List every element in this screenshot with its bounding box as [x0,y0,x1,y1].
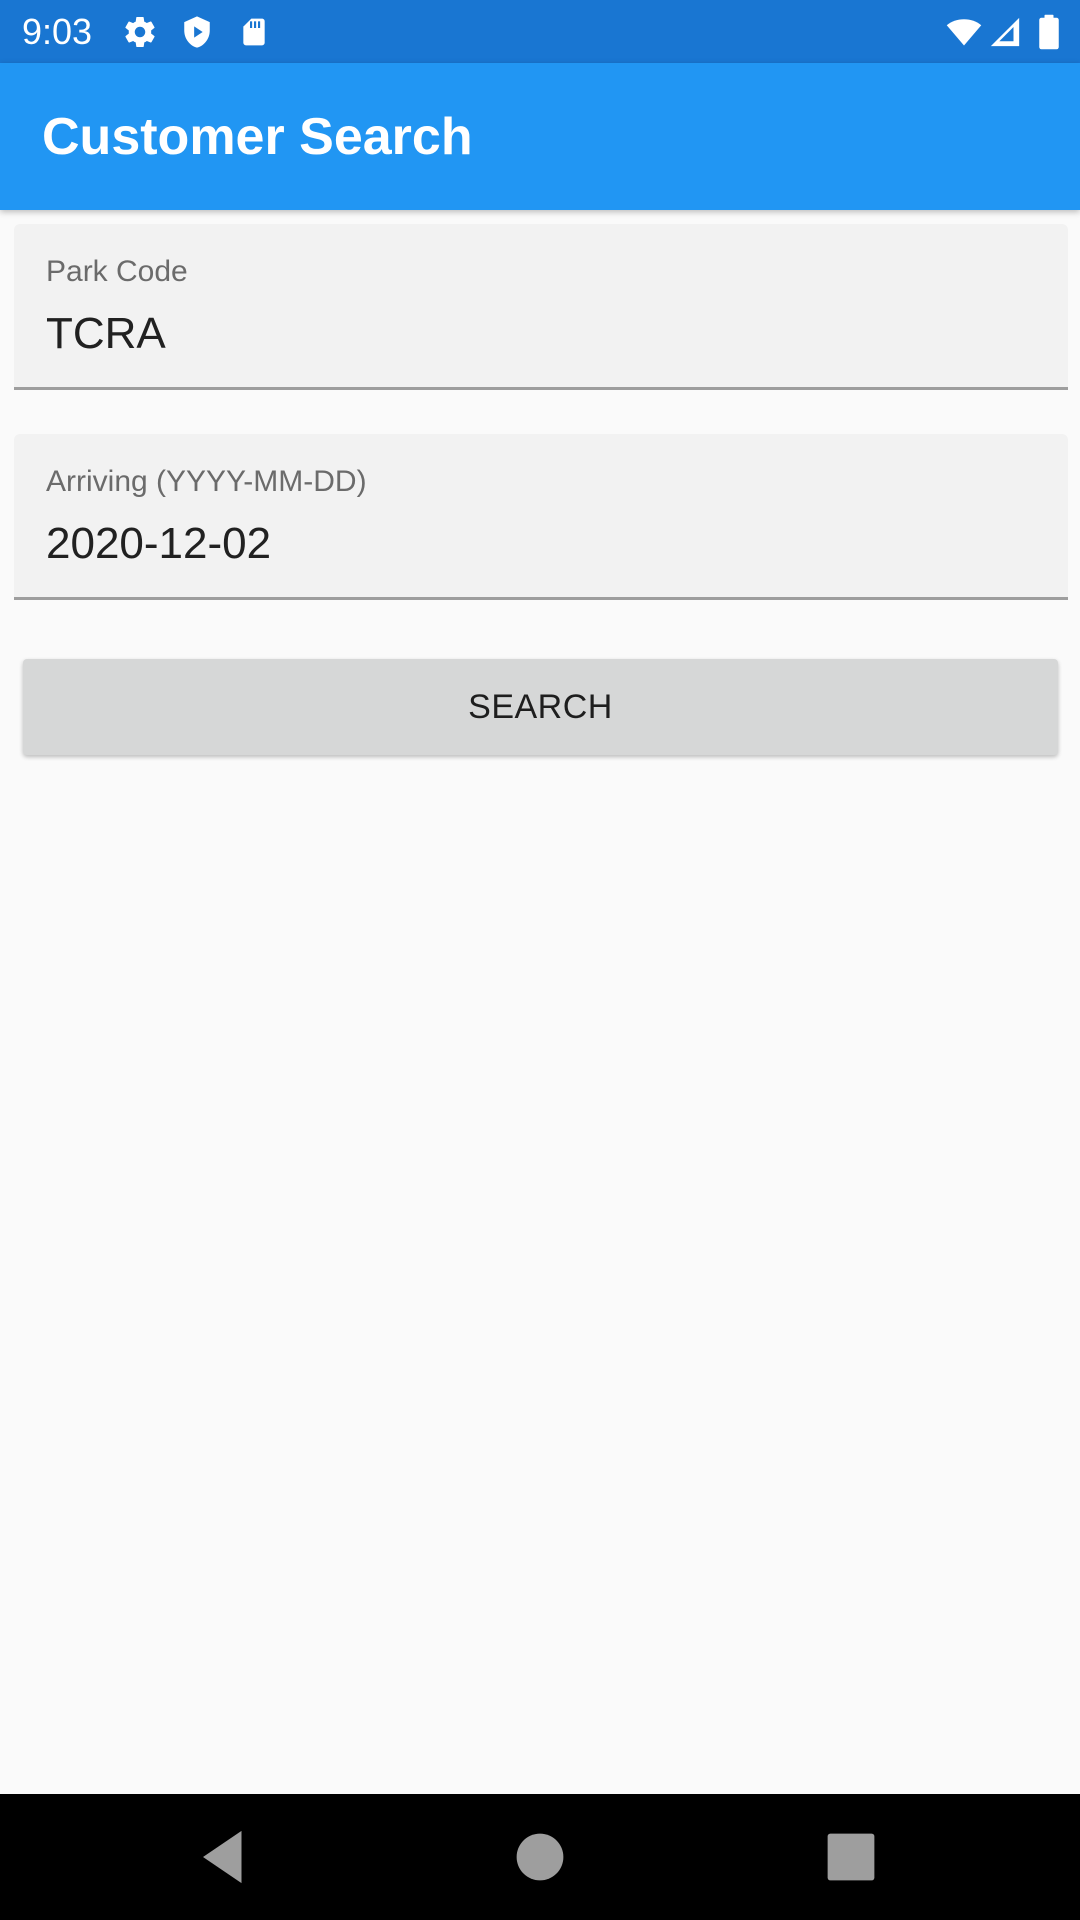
app-bar: Customer Search [0,63,1080,210]
play-protect-icon [184,16,210,48]
home-icon[interactable] [507,1824,573,1890]
arriving-date-label: Arriving (YYYY-MM-DD) [46,465,367,498]
park-code-field[interactable]: Park Code TCRA [14,224,1068,390]
back-icon[interactable] [192,1824,258,1890]
cell-signal-icon [990,17,1020,47]
park-code-input[interactable]: TCRA [46,308,166,360]
sd-card-icon [243,18,265,46]
page-title: Customer Search [42,108,473,166]
recents-icon[interactable] [818,1824,884,1890]
status-bar: 9:03 [0,0,1080,63]
navigation-bar [0,1794,1080,1920]
battery-icon [1039,14,1059,50]
arriving-date-input[interactable]: 2020-12-02 [46,518,271,570]
wifi-icon [946,19,982,46]
settings-icon [125,17,155,48]
arriving-date-field[interactable]: Arriving (YYYY-MM-DD) 2020-12-02 [14,434,1068,600]
status-time: 9:03 [22,11,93,52]
park-code-label: Park Code [46,255,188,288]
search-button[interactable]: SEARCH [23,659,1058,755]
